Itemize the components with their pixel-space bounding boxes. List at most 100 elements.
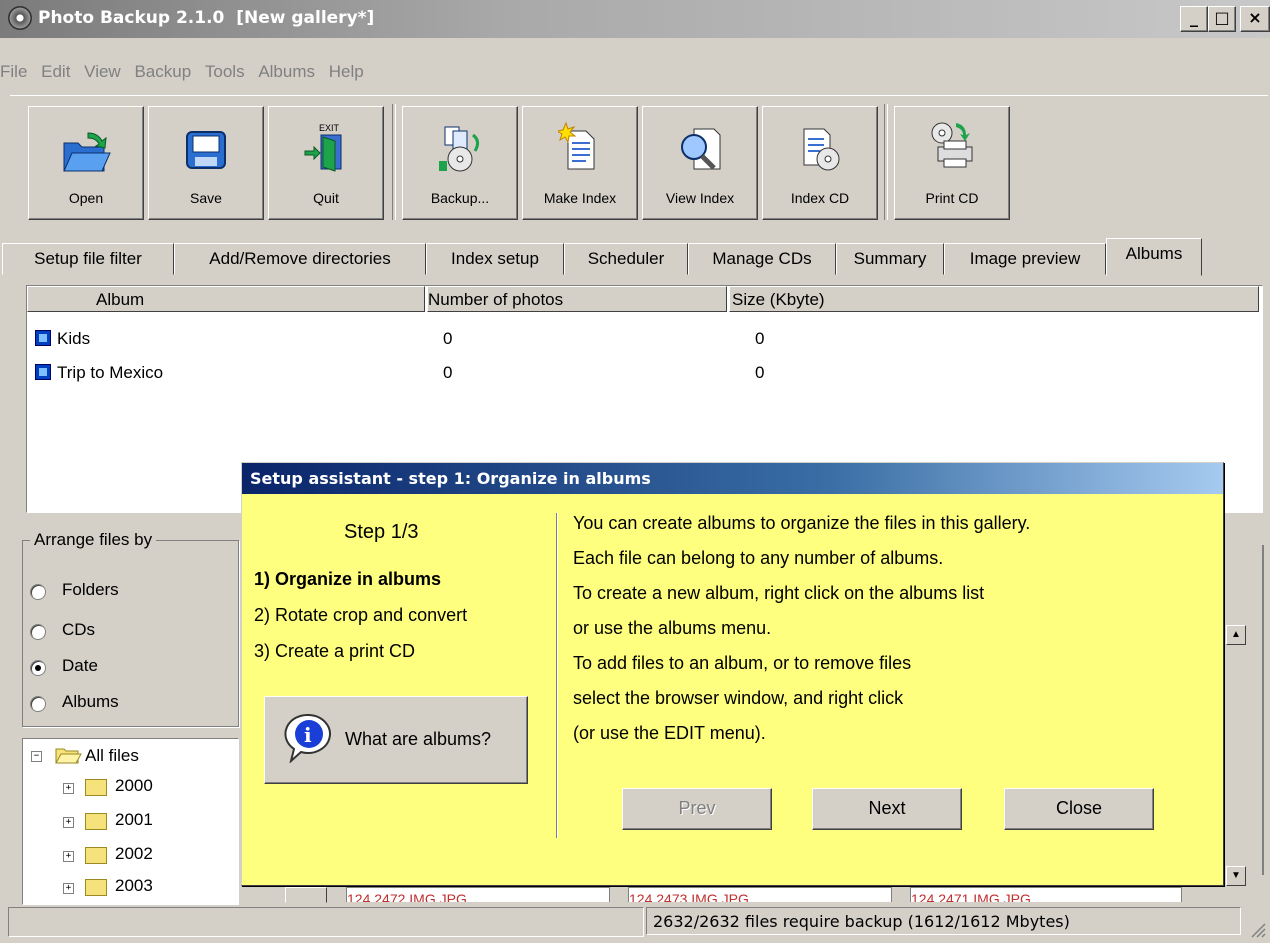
menu-file[interactable]: File [0, 62, 27, 82]
folder-icon [85, 779, 107, 796]
file-thumbnail-caption[interactable]: 124 2471 IMG JPG [910, 887, 1182, 902]
expand-icon[interactable]: + [63, 783, 74, 794]
expand-icon[interactable]: + [63, 851, 74, 862]
make-index-button[interactable]: Make Index [522, 106, 638, 220]
menu-help[interactable]: Help [329, 62, 364, 82]
column-header-size[interactable]: Size (Kbyte) [729, 286, 1259, 312]
toolbar: Open Save EXIT Quit Backup... Make Index… [10, 95, 1268, 236]
album-row[interactable]: Kids 0 0 [27, 324, 1262, 354]
menu-edit[interactable]: Edit [41, 62, 70, 82]
next-button[interactable]: Next [812, 788, 962, 830]
index-cd-button[interactable]: Index CD [762, 106, 878, 220]
radio-folders-label[interactable]: Folders [62, 580, 119, 600]
column-header-album[interactable]: Album [27, 286, 425, 312]
print-cd-label: Print CD [925, 190, 979, 206]
expand-icon[interactable]: + [63, 817, 74, 828]
tab-index-setup[interactable]: Index setup [426, 243, 564, 275]
radio-date-label[interactable]: Date [62, 656, 98, 676]
album-size: 0 [755, 329, 765, 348]
dialog-divider [556, 513, 558, 838]
file-thumbnail-caption[interactable]: 124 2472 IMG JPG [346, 887, 610, 902]
album-icon [35, 330, 51, 346]
floppy-disk-icon [186, 131, 226, 169]
tree-item-year[interactable]: 2003 [115, 875, 153, 897]
quit-button[interactable]: EXIT Quit [268, 106, 384, 220]
instruction-line: You can create albums to organize the fi… [573, 513, 1031, 533]
menu-albums[interactable]: Albums [258, 62, 315, 82]
menu-backup[interactable]: Backup [134, 62, 191, 82]
column-header-number-of-photos[interactable]: Number of photos [427, 286, 727, 312]
album-name: Trip to Mexico [57, 363, 164, 382]
resize-grip-icon[interactable] [1248, 920, 1266, 938]
arrange-files-title: Arrange files by [30, 530, 157, 550]
save-label: Save [190, 190, 222, 206]
quit-label: Quit [313, 190, 339, 206]
svg-text:i: i [304, 723, 312, 747]
menu-view[interactable]: View [84, 62, 121, 82]
tree-item-all-files[interactable]: All files [85, 745, 139, 767]
album-row[interactable]: Trip to Mexico 0 0 [27, 358, 1262, 388]
splitter-handle[interactable] [285, 887, 327, 903]
index-cd-icon [803, 128, 840, 171]
app-icon [8, 6, 32, 30]
info-icon: i [284, 713, 331, 763]
exit-door-icon: EXIT [304, 123, 342, 172]
menu-tools[interactable]: Tools [205, 62, 245, 82]
title-bar: Photo Backup 2.1.0 [New gallery*] _ □ × [0, 0, 1270, 38]
radio-cds-label[interactable]: CDs [62, 620, 95, 640]
menu-bar: File Edit View Backup Tools Albums Help [0, 62, 364, 90]
open-button[interactable]: Open [28, 106, 144, 220]
radio-cds[interactable] [30, 624, 46, 640]
dialog-title: Setup assistant - step 1: Organize in al… [250, 469, 651, 488]
close-button[interactable]: Close [1004, 788, 1154, 830]
maximize-button[interactable]: □ [1208, 6, 1236, 32]
backup-button[interactable]: Backup... [402, 106, 518, 220]
close-window-button[interactable]: × [1240, 6, 1270, 32]
prev-button[interactable]: Prev [622, 788, 772, 830]
radio-folders[interactable] [30, 584, 46, 600]
panel-border [1262, 545, 1264, 875]
print-cd-button[interactable]: Print CD [894, 106, 1010, 220]
tree-item-year[interactable]: 2000 [115, 775, 153, 797]
tab-strip: Setup file filter Add/Remove directories… [0, 238, 1270, 276]
tab-scheduler[interactable]: Scheduler [564, 243, 688, 275]
instruction-line: To add files to an album, or to remove f… [573, 653, 912, 673]
setup-assistant-dialog: Setup assistant - step 1: Organize in al… [241, 462, 1224, 886]
tab-summary[interactable]: Summary [836, 243, 944, 275]
tab-image-preview[interactable]: Image preview [944, 243, 1106, 275]
exit-sign-text: EXIT [319, 123, 340, 133]
step-item: 2) Rotate crop and convert [254, 605, 468, 625]
instruction-line: (or use the EDIT menu). [573, 723, 766, 743]
minimize-button[interactable]: _ [1180, 6, 1208, 32]
instruction-line: select the browser window, and right cli… [573, 688, 904, 708]
radio-albums[interactable] [30, 696, 46, 712]
tab-manage-cds[interactable]: Manage CDs [688, 243, 836, 275]
file-thumbnail-caption[interactable]: 124 2473 IMG JPG [628, 887, 892, 902]
scroll-down-button[interactable]: ▼ [1226, 866, 1246, 886]
tab-setup-file-filter[interactable]: Setup file filter [2, 243, 174, 275]
make-index-label: Make Index [543, 190, 617, 206]
expand-icon[interactable]: + [63, 883, 74, 894]
tab-albums[interactable]: Albums [1106, 238, 1202, 276]
folder-tree[interactable]: − All files + 2000 + 2001 + 2002 + 2003 [22, 738, 239, 905]
instruction-line: To create a new album, right click on th… [573, 583, 985, 603]
scroll-up-button[interactable]: ▲ [1226, 625, 1246, 645]
toolbar-separator [884, 104, 888, 220]
tab-add-remove-directories[interactable]: Add/Remove directories [174, 243, 426, 275]
view-index-button[interactable]: View Index [642, 106, 758, 220]
collapse-icon[interactable]: − [31, 751, 42, 762]
open-label: Open [68, 190, 104, 206]
status-bar-left [8, 907, 644, 937]
save-button[interactable]: Save [148, 106, 264, 220]
what-are-albums-button[interactable]: i What are albums? [264, 696, 528, 784]
album-name: Kids [57, 329, 91, 348]
open-folder-icon [55, 748, 82, 764]
arrange-files-group [22, 540, 239, 727]
radio-date[interactable] [30, 660, 46, 676]
radio-albums-label[interactable]: Albums [62, 692, 119, 712]
tree-item-year[interactable]: 2002 [115, 843, 153, 865]
instruction-line: Each file can belong to any number of al… [573, 548, 944, 568]
view-index-label: View Index [665, 190, 735, 206]
tree-item-year[interactable]: 2001 [115, 809, 153, 831]
album-icon [35, 364, 51, 380]
